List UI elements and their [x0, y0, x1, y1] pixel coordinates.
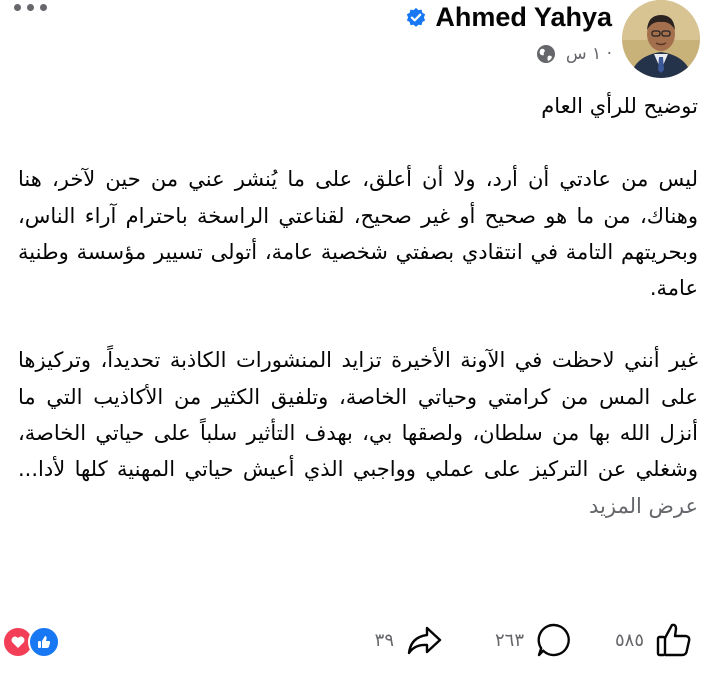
author-block: Ahmed Yahya [405, 2, 612, 33]
reactions-summary[interactable] [2, 626, 60, 658]
post-meta: ١ س · [536, 44, 612, 64]
post-body: توضيح للرأي العام ليس من عادتي أن أرد، و… [18, 88, 698, 524]
like-button[interactable]: ٥٨٥ [615, 620, 694, 660]
post-footer: ٣٩ ٢٦٣ ٥٨٥ [0, 612, 720, 672]
share-count: ٣٩ [374, 629, 394, 651]
more-options-icon[interactable] [14, 4, 47, 11]
post-paragraph-2-text: غير أنني لاحظت في الآونة الأخيرة تزايد ا… [18, 348, 698, 482]
post-title: توضيح للرأي العام [541, 94, 698, 118]
comment-button[interactable]: ٢٦٣ [495, 620, 574, 660]
share-button[interactable]: ٣٩ [375, 620, 444, 660]
comment-icon [537, 623, 570, 657]
post-time[interactable]: ١ س · [566, 44, 612, 64]
see-more-link[interactable]: عرض المزيد [589, 494, 698, 518]
globe-icon [536, 45, 555, 63]
avatar[interactable] [622, 0, 700, 78]
verified-badge-icon [407, 7, 426, 27]
post-paragraph-1: ليس من عادتي أن أرد، ولا أن أعلق، على ما… [18, 167, 698, 301]
post-paragraph-2: غير أنني لاحظت في الآونة الأخيرة تزايد ا… [18, 342, 698, 523]
comment-count: ٢٦٣ [494, 629, 524, 651]
like-count: ٥٨٥ [614, 629, 644, 651]
like-icon [656, 623, 691, 657]
post-header: Ahmed Yahya ١ س · [0, 0, 720, 90]
share-icon [407, 626, 442, 655]
like-reaction-icon [28, 626, 60, 658]
author-name[interactable]: Ahmed Yahya [435, 2, 612, 33]
